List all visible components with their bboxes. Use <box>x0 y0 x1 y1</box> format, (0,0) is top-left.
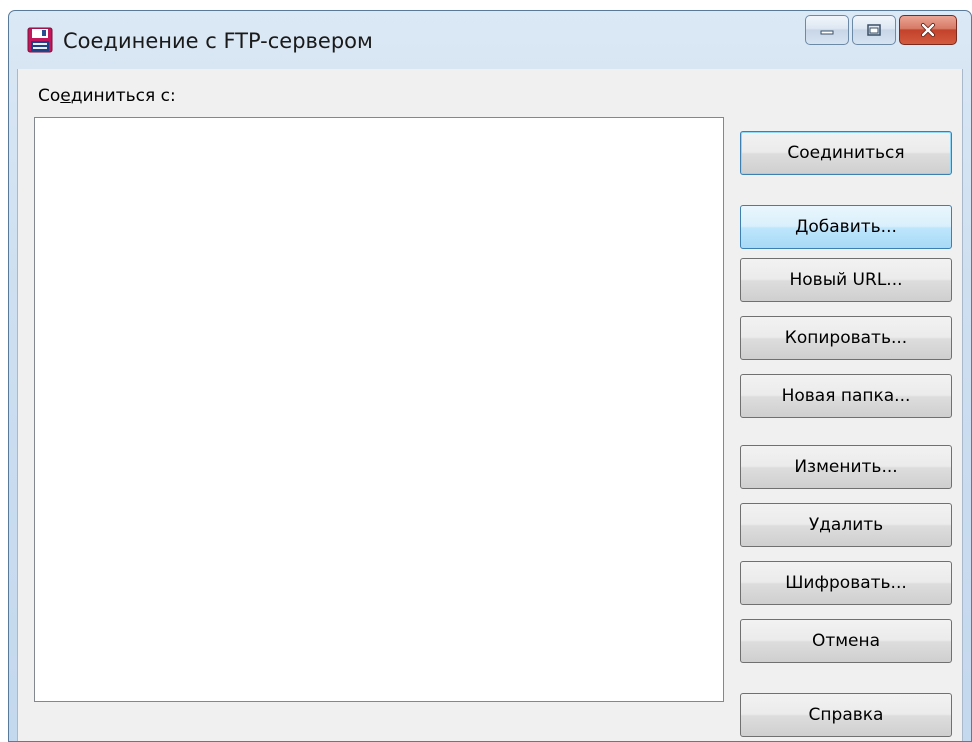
delete-button[interactable]: Удалить <box>740 503 952 547</box>
copy-button[interactable]: Копировать... <box>740 316 952 360</box>
add-button[interactable]: Добавить... <box>740 205 952 249</box>
floppy-disk-icon <box>27 27 53 53</box>
title-bar[interactable]: Соединение с FTP-сервером <box>9 11 971 69</box>
new-url-button[interactable]: Новый URL... <box>740 258 952 302</box>
edit-button[interactable]: Изменить... <box>740 445 952 489</box>
ftp-connect-dialog: Соединение с FTP-сервером Соединитьcя с:… <box>8 10 972 742</box>
connect-to-label: Соединитьcя с: <box>38 86 176 106</box>
minimize-icon <box>820 30 834 35</box>
dialog-body: Соединитьcя с: Соединиться Добавить... Н… <box>17 69 963 741</box>
close-button[interactable] <box>899 15 957 45</box>
connection-list[interactable] <box>34 117 724 702</box>
encrypt-button[interactable]: Шифровать... <box>740 561 952 605</box>
close-icon <box>921 23 935 37</box>
new-folder-button[interactable]: Новая папка... <box>740 374 952 418</box>
window-title: Соединение с FTP-сервером <box>63 29 373 53</box>
maximize-button[interactable] <box>852 15 896 45</box>
minimize-button[interactable] <box>805 15 849 45</box>
cancel-button[interactable]: Отмена <box>740 619 952 663</box>
caption-buttons <box>802 15 957 47</box>
connect-button[interactable]: Соединиться <box>740 131 952 175</box>
help-button[interactable]: Справка <box>740 693 952 737</box>
maximize-icon <box>867 24 881 36</box>
